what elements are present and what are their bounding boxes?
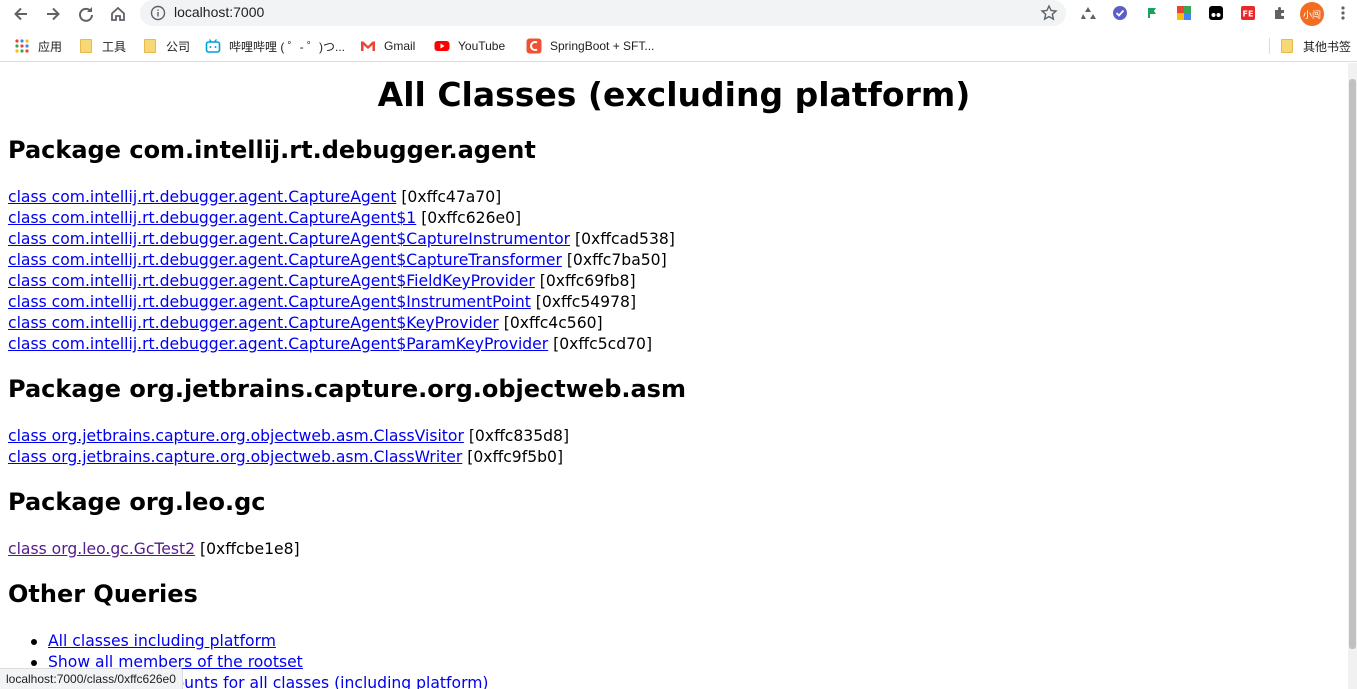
fe-extension-icon[interactable]: FE <box>1239 4 1257 22</box>
status-bubble: localhost:7000/class/0xffc626e0 <box>0 668 183 689</box>
other-queries-heading: Other Queries <box>8 580 198 608</box>
class-row: class org.jetbrains.capture.org.objectwe… <box>8 447 563 468</box>
reload-icon <box>79 7 93 22</box>
home-icon <box>111 6 125 21</box>
class-link[interactable]: class org.jetbrains.capture.org.objectwe… <box>8 427 464 445</box>
package-heading: Package com.intellij.rt.debugger.agent <box>8 136 536 164</box>
class-address: [0xffcbe1e8] <box>195 540 300 558</box>
bookmark-springboot[interactable]: SpringBoot + SFT... <box>526 37 654 55</box>
class-row: class com.intellij.rt.debugger.agent.Cap… <box>8 292 636 313</box>
bookmark-label: 应用 <box>38 39 63 54</box>
bookmark-other[interactable]: 其他书签 <box>1281 37 1351 55</box>
list-item: All classes including platform <box>31 631 489 652</box>
class-link[interactable]: class org.jetbrains.capture.org.objectwe… <box>8 448 462 466</box>
extensions-puzzle-icon[interactable] <box>1271 4 1289 22</box>
query-link-all-classes[interactable]: All classes including platform <box>48 632 276 650</box>
bookmark-star-icon[interactable] <box>1040 4 1058 22</box>
class-address: [0xffc5cd70] <box>548 335 653 353</box>
bookmark-label: YouTube <box>458 39 506 53</box>
class-address: [0xffcad538] <box>570 230 675 248</box>
package-heading: Package org.jetbrains.capture.org.object… <box>8 375 686 403</box>
home-button[interactable] <box>107 3 129 25</box>
check-extension-icon[interactable] <box>1111 4 1129 22</box>
bookmark-label: SpringBoot + SFT... <box>550 39 655 53</box>
sft-icon <box>526 38 542 54</box>
gmail-icon <box>361 41 375 51</box>
apps-grid-icon <box>15 39 29 53</box>
bookmark-label: 公司 <box>166 39 191 54</box>
class-link[interactable]: class com.intellij.rt.debugger.agent.Cap… <box>8 230 570 248</box>
class-address: [0xffc54978] <box>530 293 637 311</box>
info-icon[interactable] <box>150 5 166 21</box>
bilibili-icon <box>205 39 221 53</box>
profile-avatar[interactable]: 小闯 <box>1300 2 1324 26</box>
address-bar[interactable]: localhost:7000 <box>140 0 1066 26</box>
class-link[interactable]: class org.leo.gc.GcTest2 <box>8 540 195 558</box>
class-address: [0xffc47a70] <box>396 188 502 206</box>
back-arrow-icon <box>14 7 27 21</box>
bookmark-label: Gmail <box>384 39 416 53</box>
class-row: class com.intellij.rt.debugger.agent.Cap… <box>8 187 501 208</box>
forward-arrow-icon <box>47 7 60 21</box>
folder-icon <box>144 39 156 53</box>
vertical-scrollbar[interactable] <box>1348 63 1357 689</box>
class-row: class com.intellij.rt.debugger.agent.Cap… <box>8 208 521 229</box>
package-heading: Package org.leo.gc <box>8 488 266 516</box>
recycle-extension-icon[interactable] <box>1079 4 1097 22</box>
bookmarks-bar: 应用 工具 公司 哔哩哔哩 ( ゜- ゜)つ... Gmail YouTube … <box>0 30 1357 62</box>
class-address: [0xffc7ba50] <box>561 251 667 269</box>
class-address: [0xffc626e0] <box>416 209 522 227</box>
class-row: class com.intellij.rt.debugger.agent.Cap… <box>8 334 652 355</box>
flag-extension-icon[interactable] <box>1143 4 1161 22</box>
bookmark-folder-tools[interactable]: 工具 <box>80 37 126 55</box>
folder-icon <box>1281 39 1293 53</box>
class-link[interactable]: class com.intellij.rt.debugger.agent.Cap… <box>8 293 531 311</box>
page-content: All Classes (excluding platform) Package… <box>0 63 1348 689</box>
class-address: [0xffc4c560] <box>498 314 603 332</box>
class-link[interactable]: class com.intellij.rt.debugger.agent.Cap… <box>8 272 535 290</box>
class-address: [0xffc835d8] <box>463 427 570 445</box>
bookmarks-divider <box>1269 38 1270 54</box>
class-row: class com.intellij.rt.debugger.agent.Cap… <box>8 271 636 292</box>
tampermonkey-extension-icon[interactable] <box>1207 4 1225 22</box>
back-button[interactable] <box>10 3 32 25</box>
class-link[interactable]: class com.intellij.rt.debugger.agent.Cap… <box>8 209 416 227</box>
bookmark-label: 工具 <box>102 39 127 54</box>
reload-button[interactable] <box>75 3 97 25</box>
class-link[interactable]: class com.intellij.rt.debugger.agent.Cap… <box>8 188 396 206</box>
menu-dots-icon[interactable] <box>1336 4 1350 22</box>
class-address: [0xffc69fb8] <box>534 272 636 290</box>
scrollbar-thumb[interactable] <box>1349 79 1356 649</box>
bookmark-youtube[interactable]: YouTube <box>434 37 505 55</box>
class-link[interactable]: class com.intellij.rt.debugger.agent.Cap… <box>8 251 562 269</box>
class-row: class org.jetbrains.capture.org.objectwe… <box>8 426 569 447</box>
class-link[interactable]: class com.intellij.rt.debugger.agent.Cap… <box>8 314 499 332</box>
folder-icon <box>80 39 92 53</box>
bookmark-gmail[interactable]: Gmail <box>360 37 415 55</box>
class-row: class com.intellij.rt.debugger.agent.Cap… <box>8 250 667 271</box>
bookmark-label: 哔哩哔哩 ( ゜- ゜)つ... <box>229 39 345 54</box>
class-address: [0xffc9f5b0] <box>462 448 564 466</box>
class-row: class org.leo.gc.GcTest2 [0xffcbe1e8] <box>8 539 300 560</box>
class-link[interactable]: class com.intellij.rt.debugger.agent.Cap… <box>8 335 548 353</box>
class-row: class com.intellij.rt.debugger.agent.Cap… <box>8 229 675 250</box>
bookmark-apps[interactable]: 应用 <box>14 37 62 55</box>
page-title: All Classes (excluding platform) <box>377 75 971 114</box>
bookmark-label: 其他书签 <box>1303 39 1352 54</box>
class-row: class com.intellij.rt.debugger.agent.Cap… <box>8 313 603 334</box>
url-text[interactable]: localhost:7000 <box>174 4 264 20</box>
color-extension-icon[interactable] <box>1175 4 1193 22</box>
bookmark-folder-company[interactable]: 公司 <box>144 37 190 55</box>
browser-toolbar: localhost:7000 FE 小闯 <box>0 0 1357 28</box>
forward-button[interactable] <box>42 3 64 25</box>
bookmark-bilibili[interactable]: 哔哩哔哩 ( ゜- ゜)つ... <box>205 37 345 55</box>
youtube-icon <box>434 41 450 51</box>
svg-text:FE: FE <box>1243 10 1254 19</box>
